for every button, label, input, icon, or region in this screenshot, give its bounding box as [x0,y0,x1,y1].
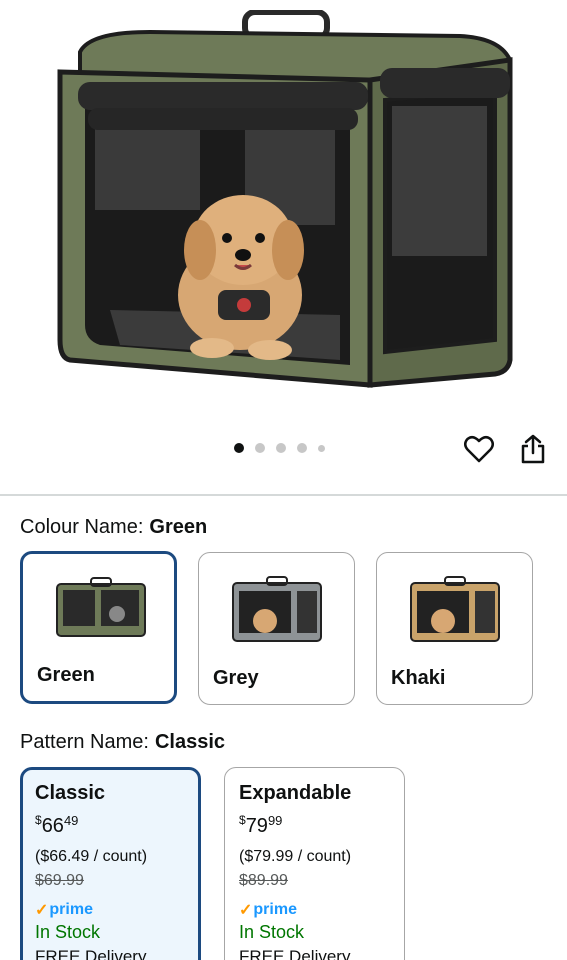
currency-symbol: $ [35,813,42,827]
green-carrier-thumbnail [56,577,146,637]
colour-name-label: Colour Name: [20,516,144,538]
section-divider [0,494,567,496]
colour-name-row: Colour Name: Green [20,516,207,539]
heart-outline-icon [464,435,494,463]
carousel-dot[interactable] [297,443,307,453]
delivery-info: FREE Delivery [239,947,351,960]
list-price: $89.99 [239,872,288,889]
stock-status: In Stock [239,922,305,942]
stock-status: In Stock [35,922,101,942]
grey-carrier-thumbnail [232,576,322,642]
price-cents: 49 [63,813,79,828]
khaki-carrier-thumbnail [410,576,500,642]
share-icon [521,434,545,464]
pattern-name-label: Pattern Name: [20,731,149,753]
colour-option-khaki[interactable]: Khaki [376,552,533,705]
pattern-option-name: Expandable [239,782,352,804]
pattern-name-value: Classic [154,731,226,753]
pattern-option-name: Classic [35,782,106,804]
colour-option-label: Green [37,664,95,686]
colour-option-label: Khaki [391,667,446,689]
colour-option-label: Grey [213,667,259,689]
carousel-dot[interactable] [276,443,286,453]
carousel-dot[interactable] [255,443,265,453]
delivery-info: FREE Delivery [35,947,147,960]
unit-price: ($79.99 / count) [239,848,352,865]
price-cents: 99 [267,813,283,828]
share-button[interactable] [517,433,549,465]
price-whole: 66 [41,815,64,837]
price-whole: 79 [245,815,268,837]
prime-label: prime [49,901,93,918]
colour-name-value: Green [149,516,208,538]
pattern-option-price: $7999 [239,813,390,838]
prime-label: prime [253,901,297,918]
prime-check-icon: ✓ [35,902,49,919]
prime-check-icon: ✓ [239,902,253,919]
pattern-name-row: Pattern Name: Classic [20,731,225,754]
currency-symbol: $ [239,813,246,827]
favorite-button[interactable] [463,433,495,465]
pattern-option-classic[interactable]: Classic $6649 ($66.49 / count) $69.99 ✓ p… [20,767,201,960]
colour-option-green[interactable]: Green [20,551,177,704]
pattern-option-expandable[interactable]: Expandable $7999 ($79.99 / count) $89.99… [224,767,405,960]
product-image[interactable] [0,0,567,420]
pattern-option-price: $6649 [35,813,186,838]
prime-badge: ✓ prime [239,900,390,920]
list-price: $69.99 [35,872,84,889]
image-carousel-dots[interactable] [234,443,325,453]
pet-carrier-image [57,10,513,388]
carousel-dot[interactable] [234,443,244,453]
prime-badge: ✓ prime [35,900,186,920]
colour-option-grey[interactable]: Grey [198,552,355,705]
carousel-dot[interactable] [318,444,325,452]
unit-price: ($66.49 / count) [35,848,148,865]
